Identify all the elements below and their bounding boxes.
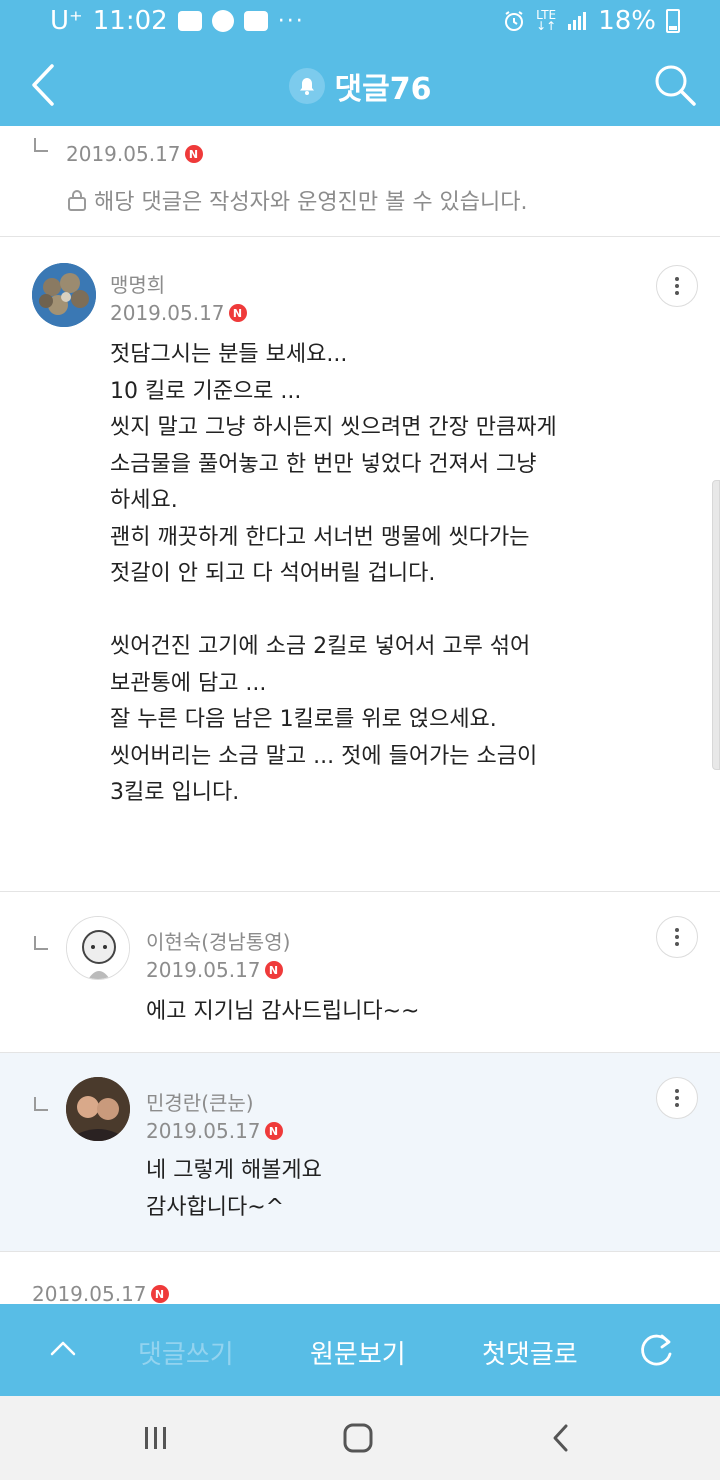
comment-item: 2019.05.17 N	[0, 1252, 720, 1304]
youtube-icon	[177, 11, 202, 31]
screen: U⁺ 11:02 ··· LTE ↓↑ 18% 댓글76 2019.05.17 …	[0, 0, 720, 1480]
more-notifications-icon: ···	[277, 8, 305, 34]
private-notice-text: 해당 댓글은 작성자와 운영진만 볼 수 있습니다.	[94, 190, 528, 215]
comment-author[interactable]: 민경란(큰눈)	[146, 1087, 254, 1116]
back-nav-button[interactable]	[546, 1422, 578, 1454]
comment-body: 네 그렇게 해볼게요 감사합니다~^	[146, 1158, 322, 1220]
avatar[interactable]	[32, 263, 96, 327]
write-comment-button[interactable]: 댓글쓰기	[138, 1334, 234, 1371]
app-icon	[243, 11, 268, 31]
status-left: U⁺ 11:02 ···	[50, 6, 305, 36]
search-button[interactable]	[650, 60, 700, 110]
new-badge: N	[264, 961, 283, 979]
comment-date: 2019.05.17 N	[146, 1119, 283, 1143]
refresh-icon[interactable]	[636, 1330, 676, 1370]
reply-indicator-icon	[34, 1097, 48, 1111]
new-badge: N	[228, 304, 247, 322]
new-badge: N	[150, 1285, 169, 1303]
private-reply: 2019.05.17 N 해당 댓글은 작성자와 운영진만 볼 수 있습니다.	[0, 126, 720, 236]
comment-body: 젓담그시는 분들 보세요... 10 킬로 기준으로 ... 씻지 말고 그냥 …	[110, 342, 557, 805]
comment-date: 2019.05.17 N	[32, 1282, 169, 1304]
bottom-action-bar: 댓글쓰기 원문보기 첫댓글로	[0, 1304, 720, 1396]
scroll-up-button[interactable]	[48, 1334, 78, 1364]
comment-date: 2019.05.17 N	[110, 301, 247, 325]
comment-menu-button[interactable]	[656, 265, 698, 307]
recent-apps-button[interactable]	[140, 1422, 172, 1454]
comment-list[interactable]: 2019.05.17 N 해당 댓글은 작성자와 운영진만 볼 수 있습니다.	[0, 126, 720, 1304]
page-title: 댓글76	[334, 72, 432, 107]
comment-item: 맹명희 2019.05.17 N 젓담그시는 분들 보세요... 10 킬로 기…	[0, 237, 720, 891]
comment-menu-button[interactable]	[656, 916, 698, 958]
private-notice: 해당 댓글은 작성자와 운영진만 볼 수 있습니다.	[66, 184, 528, 216]
reply-indicator-icon	[34, 138, 48, 152]
notification-bell-button[interactable]	[288, 68, 325, 104]
avatar[interactable]	[66, 916, 130, 980]
avatar[interactable]	[66, 1077, 130, 1141]
first-comment-button[interactable]: 첫댓글로	[482, 1334, 578, 1371]
battery-percent: 18%	[598, 6, 656, 36]
home-button[interactable]	[342, 1422, 374, 1454]
comment-date: 2019.05.17 N	[146, 958, 283, 982]
comment-menu-button[interactable]	[656, 1077, 698, 1119]
alarm-icon	[505, 11, 524, 31]
battery-icon	[666, 9, 680, 33]
carrier-label: U⁺	[50, 6, 83, 36]
bell-icon	[299, 78, 314, 95]
system-nav-bar	[0, 1396, 720, 1480]
scroll-handle[interactable]	[712, 480, 720, 770]
header-center: 댓글76	[0, 64, 720, 108]
clock: 11:02	[92, 6, 168, 36]
new-badge: N	[184, 145, 203, 163]
app-icon	[211, 10, 234, 32]
comment-author[interactable]: 이현숙(경남통영)	[146, 926, 290, 955]
reply-item: 민경란(큰눈) 2019.05.17 N 네 그렇게 해볼게요 감사합니다~^	[0, 1052, 720, 1252]
status-right: LTE ↓↑ 18%	[502, 6, 680, 36]
lock-icon	[68, 190, 86, 211]
comment-body: 에고 지기님 감사드립니다~~	[146, 999, 420, 1024]
new-badge: N	[264, 1122, 283, 1140]
reply-item: 이현숙(경남통영) 2019.05.17 N 에고 지기님 감사드립니다~~	[0, 892, 720, 1052]
view-original-button[interactable]: 원문보기	[310, 1334, 406, 1371]
reply-indicator-icon	[34, 936, 48, 950]
app-header: 댓글76	[0, 44, 720, 126]
lte-indicator: LTE ↓↑	[536, 8, 557, 33]
status-bar: U⁺ 11:02 ··· LTE ↓↑ 18%	[0, 0, 720, 44]
signal-icon	[568, 12, 587, 30]
comment-author[interactable]: 맹명희	[110, 269, 165, 298]
comment-date: 2019.05.17 N	[66, 142, 203, 166]
